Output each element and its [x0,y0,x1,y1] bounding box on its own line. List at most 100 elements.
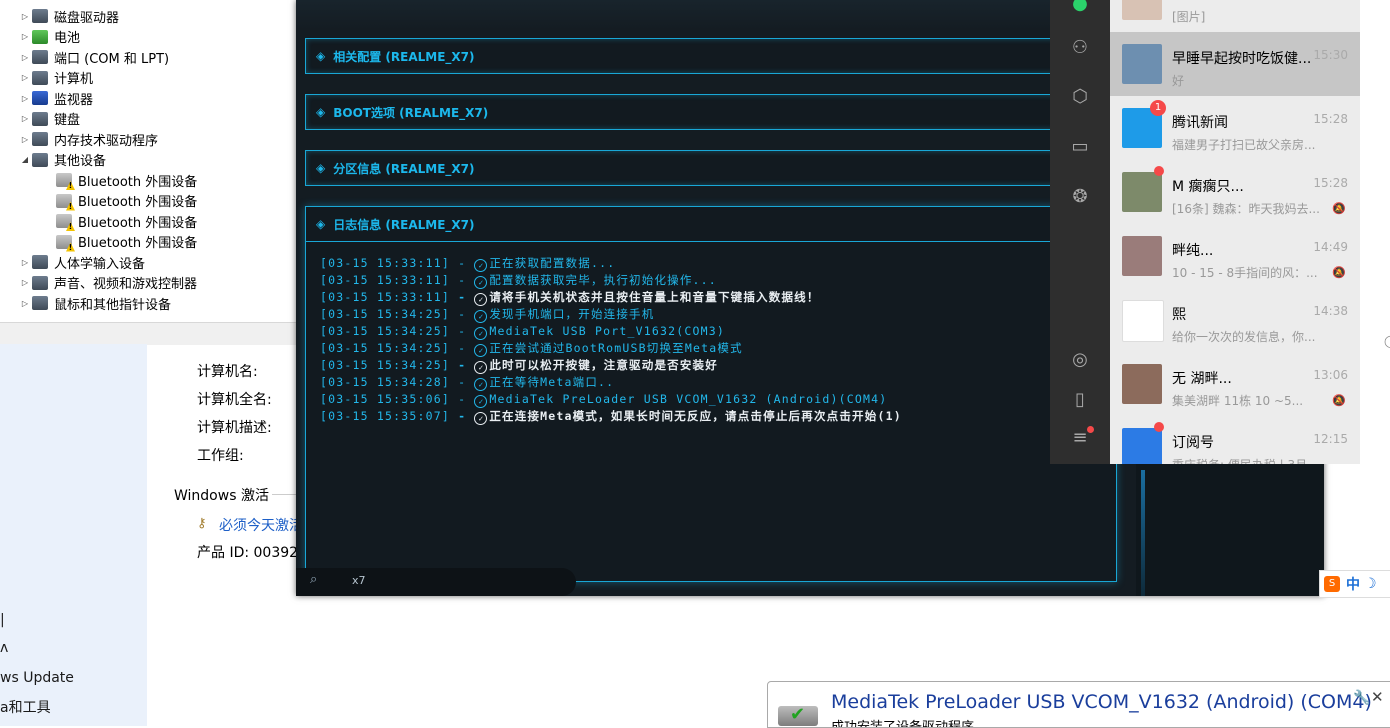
expander-icon[interactable]: ▷ [20,94,30,103]
chat-item[interactable]: 1 腾讯新闻 福建男子打扫已故父亲房... 15:28 [1110,96,1360,160]
moments-icon[interactable]: ❂ [1068,185,1092,209]
chat-name: M 瘸瘸只... [1172,179,1244,195]
ime-logo-icon[interactable]: S [1324,576,1340,592]
expander-icon[interactable]: ▷ [20,135,30,144]
chat-item[interactable]: 早睡早起按时吃饭健... 好 15:30 [1110,32,1360,96]
log-message: 此时可以松开按键，注意驱动是否安装好 [489,358,718,372]
search-bar[interactable]: ⌕ x7 [296,568,576,596]
tree-item[interactable]: ◢ 其他设备 [20,150,106,170]
chat-preview: [图片] [1172,10,1206,24]
activate-link[interactable]: 必须今天激活 [219,515,303,535]
chat-item[interactable]: [图片] [1110,0,1360,32]
unread-dot [1154,422,1164,432]
tree-item[interactable]: ▷ 监视器 [20,88,93,108]
log-header[interactable]: ◈ 日志信息 (REALME_X7) [306,207,1116,242]
tree-item[interactable]: ▷ 计算机 [20,68,93,88]
log-timestamp: [03-15 15:34:28] [320,375,450,389]
expander-icon[interactable]: ▷ [20,114,30,123]
log-line: [03-15 15:35:07] - ✓ 正在连接Meta模式，如果长时间无反应，… [320,408,902,425]
log-timestamp: [03-15 15:35:07] [320,409,450,423]
avatar[interactable] [1122,44,1162,84]
tree-item[interactable]: ▷ 键盘 [20,109,80,129]
expander-icon[interactable]: ▷ [20,12,30,21]
log-timestamp: [03-15 15:34:25] [320,307,450,321]
mini-program-icon[interactable]: ◎ [1068,348,1092,372]
chat-item[interactable]: 熙给你一次次的发信息，你... 14:38 [1110,288,1360,352]
section-partitions[interactable]: ◈ 分区信息 (REALME_X7) [305,150,1125,186]
moon-icon[interactable]: ☽ [1364,576,1377,592]
log-message: 正在获取配置数据... [489,256,616,270]
section-label: 相关配置 (REALME_X7) [333,49,475,64]
avatar[interactable] [1122,172,1162,212]
warning-device-icon [56,173,72,187]
tree-item[interactable]: Bluetooth 外围设备 [44,191,197,211]
check-circle-icon: ✓ [474,276,488,289]
ime-language[interactable]: 中 [1346,574,1360,594]
chat-item[interactable]: 订阅号重庆税务: 便民办税 | 3月... 12:15 [1110,416,1360,464]
chat-preview: [16条] 魏森：昨天我妈去... [1172,202,1320,216]
log-line: [03-15 15:34:25] - ✓ MediaTek USB Port_V1… [320,323,902,340]
log-timestamp: [03-15 15:34:25] [320,358,450,372]
other-devices-icon [32,152,48,167]
close-icon[interactable]: ✕ [1371,688,1384,706]
expander-icon[interactable]: ▷ [20,258,30,267]
expander-icon[interactable]: ▷ [20,278,30,287]
avatar[interactable] [1122,0,1162,20]
tree-item[interactable]: ▷ 端口 (COM 和 LPT) [20,47,169,67]
tree-item[interactable]: ▷ 声音、视频和游戏控制器 [20,273,197,293]
log-timestamp: [03-15 15:34:25] [320,324,450,338]
log-separator: - [449,273,475,287]
chat-preview: 好 [1172,74,1185,88]
log-message: MediaTek PreLoader USB VCOM_V1632 (Andro… [489,392,888,406]
avatar[interactable] [1122,236,1162,276]
tree-item-label: 人体学输入设备 [54,256,146,272]
tree-item-label: 电池 [54,31,81,46]
layers-icon: ◈ [316,161,326,175]
section-config[interactable]: ◈ 相关配置 (REALME_X7) [305,38,1125,74]
sound-icon [32,275,48,290]
tree-item[interactable]: ▷ 磁盘驱动器 [20,6,119,26]
tree-item[interactable]: Bluetooth 外围设备 [44,170,197,190]
log-message: 正在连接Meta模式，如果长时间无反应，请点击停止后再次点击开始(1) [489,409,902,423]
side-item[interactable]: | [0,612,5,628]
driver-install-notification[interactable]: ✔ MediaTek PreLoader USB VCOM_V1632 (And… [767,681,1390,728]
tree-item[interactable]: Bluetooth 外围设备 [44,211,197,231]
scroll-indicator-icon[interactable]: ◯ [1384,334,1390,348]
chat-item[interactable]: M 瘸瘸只... [16条] 魏森：昨天我妈去... 15:28 🔕 [1110,160,1360,224]
tree-item[interactable]: ▷ 内存技术驱动程序 [20,129,158,149]
side-item-windows-update[interactable]: ws Update [0,670,74,686]
chat-bubble-icon[interactable]: ● [1068,0,1092,16]
search-input[interactable]: x7 [352,574,366,587]
section-log: ◈ 日志信息 (REALME_X7) [03-15 15:33:11] - ✓ 正… [305,206,1117,582]
ime-toolbar[interactable]: S 中 ☽ [1319,570,1390,598]
pane-divider[interactable] [0,322,300,345]
chat-time: 15:28 [1313,112,1348,126]
key-icon: ⚷ [197,516,207,531]
tree-item[interactable]: ▷ 人体学输入设备 [20,252,145,272]
expander-icon[interactable]: ▷ [20,299,30,308]
cube-icon[interactable]: ⬡ [1068,85,1092,109]
side-item[interactable]: ʌ [0,640,8,656]
chat-item[interactable]: 畔纯... 10 - 15 - 8手指间的风：... 14:49 🔕 [1110,224,1360,288]
section-boot-options[interactable]: ◈ BOOT选项 (REALME_X7) [305,94,1125,130]
tree-item[interactable]: ▷ 鼠标和其他指针设备 [20,293,171,313]
log-line: [03-15 15:34:25] - ✓ 正在尝试通过BootRomUSB切换至M… [320,340,902,357]
tree-item[interactable]: Bluetooth 外围设备 [44,232,197,252]
expander-icon[interactable]: ◢ [20,155,30,164]
expander-icon[interactable]: ▷ [20,73,30,82]
contacts-icon[interactable]: ⚇ [1068,36,1092,60]
chat-item[interactable]: 无 湖畔... 集美湖畔 11栋 10 ~5... 13:06 🔕 [1110,352,1360,416]
search-icon[interactable]: ⌕ [310,572,340,592]
expander-icon[interactable]: ▷ [20,32,30,41]
avatar[interactable] [1122,364,1162,404]
settings-wrench-icon[interactable]: 🔧 [1353,690,1370,706]
avatar[interactable] [1122,428,1162,464]
side-item-tools[interactable]: a和工具 [0,697,51,717]
expander-icon[interactable]: ▷ [20,53,30,62]
computer-name-label: 计算机名: [197,364,258,380]
folder-icon[interactable]: ▭ [1068,135,1092,159]
tree-item[interactable]: ▷ 电池 [20,27,80,47]
avatar[interactable] [1122,300,1164,342]
phone-icon[interactable]: ▯ [1068,388,1092,412]
layers-icon: ◈ [316,217,326,231]
